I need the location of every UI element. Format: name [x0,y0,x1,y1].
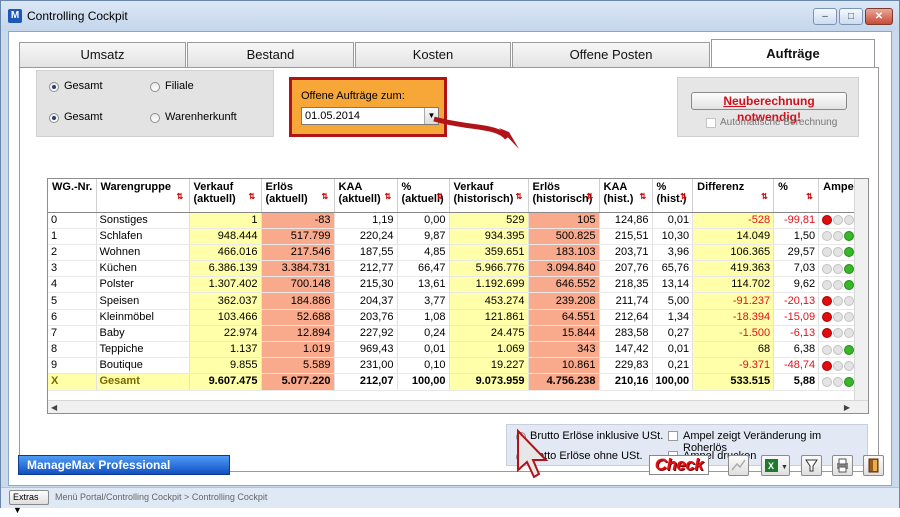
callout-arrow-icon [433,116,509,140]
mouse-cursor-icon [517,428,549,479]
annotation-overlay [433,116,549,479]
main-window: M Controlling Cockpit – □ ✕ Umsatz Besta… [0,0,900,515]
callout-arrowhead-icon [499,128,519,149]
